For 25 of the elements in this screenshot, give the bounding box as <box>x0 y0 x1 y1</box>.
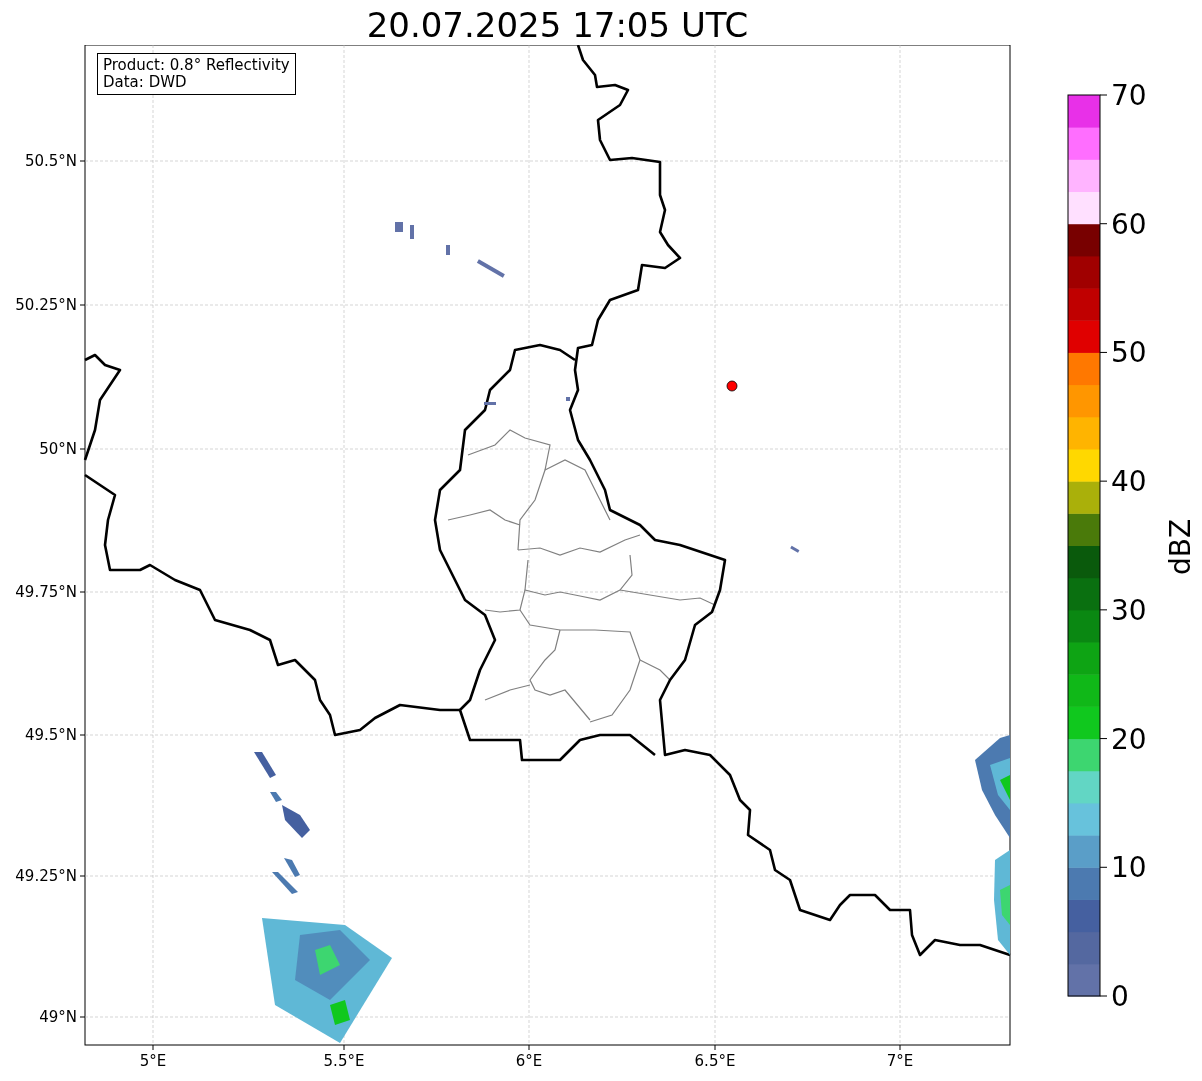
longitude-label: 5°E <box>139 1052 167 1070</box>
latitude-label: 49°N <box>39 1008 77 1026</box>
latitude-label: 50.25°N <box>15 296 77 314</box>
latitude-label: 50°N <box>39 440 77 458</box>
longitude-label: 6.5°E <box>694 1052 736 1070</box>
latitude-label: 50.5°N <box>24 152 77 170</box>
colorbar-tick-label: 40 <box>1111 465 1147 499</box>
longitude-label: 5.5°E <box>323 1052 365 1070</box>
latitude-label: 49.5°N <box>24 726 77 744</box>
location-marker-icon <box>726 380 738 392</box>
colorbar-tick-label: 10 <box>1111 851 1147 885</box>
colorbar-tick-label: 50 <box>1111 336 1147 370</box>
colorbar-tick-label: 60 <box>1111 207 1147 241</box>
colorbar-label: dBZ <box>1164 518 1197 576</box>
colorbar-tick-label: 20 <box>1111 722 1147 756</box>
info-text: Product: 0.8° Reflectivity <box>103 57 290 74</box>
colorbar-tick-label: 30 <box>1111 593 1147 627</box>
colorbar-tick-label: 0 <box>1111 980 1129 1013</box>
latitude-label: 49.25°N <box>15 867 77 885</box>
chart-title: 20.07.2025 17:05 UTC <box>365 4 750 45</box>
longitude-label: 6°E <box>515 1052 543 1070</box>
latitude-label: 49.75°N <box>15 583 77 601</box>
longitude-label: 7°E <box>886 1052 914 1070</box>
colorbar-tick-label: 70 <box>1111 79 1147 112</box>
info-text: Data: DWD <box>103 74 188 91</box>
